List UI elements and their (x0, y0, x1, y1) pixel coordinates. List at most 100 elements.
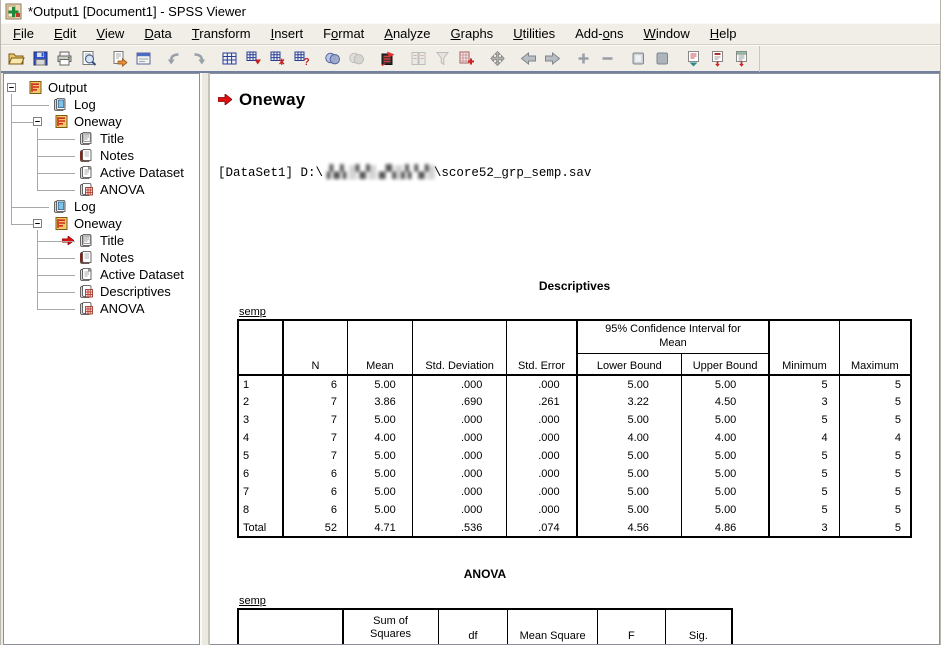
descriptives-title: Descriptives (237, 279, 912, 293)
select-last-output-icon[interactable] (320, 47, 344, 70)
open-icon[interactable] (4, 47, 28, 70)
menu-item-window[interactable]: Window (634, 24, 700, 44)
anova-col-df: df (438, 609, 508, 645)
table-row: 273.86.690.2613.224.5035 (238, 393, 911, 411)
descriptives-col-std-deviation: Std. Deviation (412, 320, 507, 375)
insert-heading-icon[interactable] (681, 47, 705, 70)
demote-icon[interactable] (540, 47, 564, 70)
redo-icon[interactable] (186, 47, 210, 70)
insert-title-icon[interactable] (705, 47, 729, 70)
export-icon[interactable] (107, 47, 131, 70)
table-row: 765.00.000.0005.005.0055 (238, 483, 911, 501)
toolbar-separator (100, 47, 107, 70)
table-cell: .000 (507, 375, 577, 393)
table-cell: .000 (412, 465, 507, 483)
table-row: Total524.71.536.0744.564.8635 (238, 519, 911, 537)
table-cell: 6 (283, 501, 348, 519)
table-cell: 6 (283, 483, 348, 501)
goto-case-icon[interactable] (241, 47, 265, 70)
undo-icon[interactable] (162, 47, 186, 70)
tree-item-active-dataset-5[interactable]: Active Dataset (4, 164, 199, 181)
weight-cases-icon[interactable] (430, 47, 454, 70)
table-cell: 5.00 (577, 465, 682, 483)
tree-connector-stub (11, 224, 33, 225)
table-cell: .690 (412, 393, 507, 411)
anova-col-mean-square: Mean Square (508, 609, 598, 645)
tree-expander-icon[interactable] (33, 117, 42, 126)
find-icon[interactable]: ? (289, 47, 313, 70)
tree-item-label: Descriptives (100, 284, 171, 299)
pane-splitter[interactable] (200, 73, 210, 645)
menu-item-analyze[interactable]: Analyze (374, 24, 440, 44)
designate-window-icon[interactable] (344, 47, 368, 70)
tree-item-active-dataset-11[interactable]: Active Dataset (4, 266, 199, 283)
tree-item-anova-13[interactable]: ANOVA (4, 300, 199, 317)
select-cases-icon[interactable] (454, 47, 478, 70)
table-cell: 4.00 (577, 429, 682, 447)
tree-item-title-9[interactable]: Title (4, 232, 199, 249)
menu-item-add-ons[interactable]: Add-ons (565, 24, 633, 44)
descriptives-col-minimum: Minimum (769, 320, 839, 375)
table-cell: .000 (507, 501, 577, 519)
tree-connector-stub (37, 139, 75, 140)
tree-item-title-3[interactable]: Title (4, 130, 199, 147)
menu-item-file[interactable]: File (3, 24, 44, 44)
tree-item-label: Active Dataset (100, 165, 184, 180)
hide-icon[interactable] (650, 47, 674, 70)
menu-item-utilities[interactable]: Utilities (503, 24, 565, 44)
descriptives-col-lower-bound: Lower Bound (577, 353, 682, 375)
menu-item-graphs[interactable]: Graphs (441, 24, 504, 44)
menu-item-insert[interactable]: Insert (261, 24, 314, 44)
table-cell: 5.00 (577, 411, 682, 429)
dataset-path-redacted: ▗▚▞▖▒▚▞▒▗▞▚▒▞▖▚▞▒ (323, 166, 434, 180)
menu-item-help[interactable]: Help (700, 24, 747, 44)
tree-item-oneway-8[interactable]: Oneway (4, 215, 199, 232)
menu-item-transform[interactable]: Transform (182, 24, 261, 44)
table-cell: 5 (769, 483, 839, 501)
row-label: 1 (238, 375, 283, 393)
menu-item-data[interactable]: Data (134, 24, 181, 44)
tree-item-notes-10[interactable]: Notes (4, 249, 199, 266)
print-icon[interactable] (52, 47, 76, 70)
tree-expander-icon[interactable] (7, 83, 16, 92)
table-cell: 5.00 (577, 447, 682, 465)
expand-icon[interactable] (571, 47, 595, 70)
table-cell: 5 (839, 483, 911, 501)
menu-item-edit[interactable]: Edit (44, 24, 86, 44)
anova-table[interactable]: Sum of Squares df Mean Square F Sig. Bet… (237, 608, 733, 645)
table-cell: 5.00 (577, 375, 682, 393)
table-cell: 5 (769, 501, 839, 519)
variables-icon[interactable] (265, 47, 289, 70)
table-cell: 5.00 (348, 465, 413, 483)
goto-output-icon[interactable] (375, 47, 399, 70)
table-cell: .000 (412, 429, 507, 447)
menu-item-view[interactable]: View (86, 24, 134, 44)
tree-item-anova-6[interactable]: ANOVA (4, 181, 199, 198)
table-cell: 7 (283, 447, 348, 465)
save-icon[interactable] (28, 47, 52, 70)
tree-item-output-0[interactable]: Output (4, 79, 199, 96)
table-cell: 5 (769, 375, 839, 393)
table-row: 474.00.000.0004.004.0044 (238, 429, 911, 447)
insert-text-icon[interactable] (729, 47, 753, 70)
tree-expander-icon[interactable] (33, 219, 42, 228)
tree-title-icon (78, 233, 96, 248)
descriptives-table[interactable]: N Mean Std. Deviation Std. Error 95% Con… (237, 319, 912, 538)
tree-item-notes-4[interactable]: Notes (4, 147, 199, 164)
tree-item-label: Output (48, 80, 87, 95)
table-cell: 5 (839, 501, 911, 519)
print-preview-icon[interactable] (76, 47, 100, 70)
goto-data-icon[interactable] (217, 47, 241, 70)
tree-log-icon (52, 199, 70, 214)
split-file-icon[interactable] (406, 47, 430, 70)
move-icon[interactable] (485, 47, 509, 70)
table-cell: 5 (839, 393, 911, 411)
tree-item-descriptives-12[interactable]: Descriptives (4, 283, 199, 300)
dialog-recall-icon[interactable] (131, 47, 155, 70)
collapse-icon[interactable] (595, 47, 619, 70)
show-icon[interactable] (626, 47, 650, 70)
tree-item-oneway-2[interactable]: Oneway (4, 113, 199, 130)
promote-icon[interactable] (516, 47, 540, 70)
menu-item-format[interactable]: Format (313, 24, 374, 44)
table-cell: .000 (412, 375, 507, 393)
